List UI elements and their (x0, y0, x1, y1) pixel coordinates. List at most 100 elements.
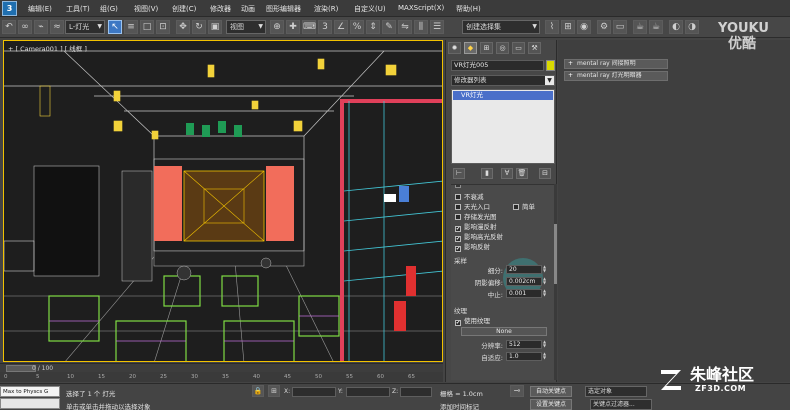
command-panel-scrollbar[interactable] (554, 184, 557, 380)
rollout-mental-ray-shader[interactable]: + mental ray 灯光明暗器 (564, 71, 668, 81)
configure-modifier-sets-icon[interactable]: ⊟ (539, 168, 551, 179)
menu-create[interactable]: 创建(C) (172, 4, 196, 14)
adaptive-spinner-icon[interactable]: ▲ ▼ (543, 352, 549, 361)
checkbox-icon[interactable] (513, 204, 519, 210)
checkbox-store-irradiance[interactable]: 存储发光图 (455, 211, 497, 221)
select-scale-icon[interactable]: ▣ (208, 20, 222, 34)
layer-manager-icon[interactable]: ☰ (430, 20, 444, 34)
menu-group[interactable]: 组(G) (100, 4, 118, 14)
menu-help[interactable]: 帮助(H) (456, 4, 481, 14)
menu-animation[interactable]: 动画 (241, 4, 255, 14)
subdivs-spinner-icon[interactable]: ▲ ▼ (543, 265, 549, 274)
remove-modifier-icon[interactable]: 🗑 (516, 168, 528, 179)
object-name-field[interactable]: VR灯光005 (451, 60, 544, 71)
rollout-mental-ray-indirect[interactable]: + mental ray 间接照明 (564, 59, 668, 69)
maxscript-listener-field[interactable]: Max to Physcs G (0, 386, 60, 397)
select-by-name-icon[interactable]: ≡ (124, 20, 138, 34)
pin-stack-icon[interactable]: ⊢ (453, 168, 465, 179)
render-production-icon[interactable]: ☕ (633, 20, 647, 34)
cutoff-field[interactable]: 0.001 (506, 289, 542, 298)
selection-filter-dropdown[interactable]: L-灯光 ▼ (65, 20, 105, 34)
modifier-stack-item[interactable]: VR灯光 (453, 91, 553, 100)
modifier-stack[interactable]: VR灯光 (451, 89, 555, 164)
utilities-tab-icon[interactable]: ⚒ (528, 42, 541, 54)
undo-icon[interactable]: ↶ (2, 20, 16, 34)
schematic-view-icon[interactable]: ⊞ (561, 20, 575, 34)
checkbox-icon[interactable] (455, 194, 461, 200)
menu-maxscript[interactable]: MAXScript(X) (398, 4, 444, 12)
subdivs-field[interactable]: 20 (506, 265, 542, 274)
checkbox-icon[interactable] (455, 214, 461, 220)
named-selection-set-dropdown[interactable]: 创建选择集 ▼ (462, 20, 540, 34)
checkbox-affect-specular[interactable]: ✔ 影响高光反射 (455, 231, 503, 242)
select-move-icon[interactable]: ✥ (176, 20, 190, 34)
render-activeshade-icon[interactable]: ◑ (685, 20, 699, 34)
resolution-spinner-icon[interactable]: ▲ ▼ (543, 340, 549, 349)
shadow-bias-spinner-icon[interactable]: ▲ ▼ (543, 277, 549, 286)
menu-tools[interactable]: 工具(T) (66, 4, 90, 14)
y-coordinate-field[interactable] (346, 387, 390, 397)
camera-viewport[interactable]: + [ Camera001 ] [ 线框 ] (3, 40, 443, 362)
menu-graph-editors[interactable]: 图形编辑器 (266, 4, 301, 14)
modifier-list-dropdown[interactable]: 修改器列表 ▼ (451, 75, 555, 86)
percent-snap-icon[interactable]: % (350, 20, 364, 34)
time-slider-bar[interactable]: 0 / 100 (0, 363, 443, 372)
object-color-swatch[interactable] (546, 60, 555, 71)
texture-map-button[interactable]: None (461, 327, 547, 336)
checkbox-skylight-portal[interactable]: 天光入口 (455, 201, 490, 211)
create-tab-icon[interactable]: ✹ (448, 42, 461, 54)
add-time-tag[interactable]: 添加时间标记 (440, 401, 479, 410)
unlink-icon[interactable]: ⌁ (34, 20, 48, 34)
manipulate-icon[interactable]: ✚ (286, 20, 300, 34)
absolute-mode-icon[interactable]: ⊞ (268, 385, 280, 397)
render-iterative-icon[interactable]: ☕ (649, 20, 663, 34)
bind-space-warp-icon[interactable]: ≈ (50, 20, 64, 34)
menu-customize[interactable]: 自定义(U) (354, 4, 386, 14)
checkbox-checked-icon[interactable]: ✔ (455, 246, 461, 252)
render-setup-icon[interactable]: ⚙ (597, 20, 611, 34)
select-object-icon[interactable]: ↖ (108, 20, 122, 34)
resolution-field[interactable]: 512 (506, 340, 542, 349)
angle-snap-icon[interactable]: ∠ (334, 20, 348, 34)
key-mode-dropdown[interactable]: 选定对象 (585, 386, 647, 397)
modify-tab-icon[interactable]: ◆ (464, 42, 477, 54)
menu-rendering[interactable]: 渲染(R) (314, 4, 338, 14)
app-logo-icon[interactable]: 3 (2, 1, 17, 16)
checkbox-affect-diffuse[interactable]: ✔ 影响漫反射 (455, 221, 497, 232)
set-key-icon[interactable]: ⊸ (510, 385, 524, 397)
menu-views[interactable]: 视图(V) (134, 4, 158, 14)
checkbox-simple[interactable]: 简单 (513, 201, 535, 211)
checkbox-icon[interactable] (455, 204, 461, 210)
track-bar[interactable]: 0 5 10 15 20 25 30 35 40 45 50 55 60 65 (0, 372, 443, 382)
rect-selection-icon[interactable]: □ (140, 20, 154, 34)
show-end-result-icon[interactable]: ▮ (481, 168, 493, 179)
keyboard-shortcut-icon[interactable]: ⌨ (302, 20, 316, 34)
checkbox-use-texture[interactable]: ✔ 使用纹理 (455, 315, 490, 326)
hierarchy-tab-icon[interactable]: ⊞ (480, 42, 493, 54)
mirror-icon[interactable]: ⇋ (398, 20, 412, 34)
rendered-frame-window-icon[interactable]: ▭ (613, 20, 627, 34)
z-coordinate-field[interactable] (400, 387, 432, 397)
menu-modifiers[interactable]: 修改器 (210, 4, 231, 14)
display-tab-icon[interactable]: ▭ (512, 42, 525, 54)
snap-toggle-icon[interactable]: 3 (318, 20, 332, 34)
motion-tab-icon[interactable]: ◎ (496, 42, 509, 54)
select-rotate-icon[interactable]: ↻ (192, 20, 206, 34)
window-crossing-icon[interactable]: ⊡ (156, 20, 170, 34)
checkbox-affect-reflections[interactable]: ✔ 影响反射 (455, 241, 490, 252)
checkbox-no-decay[interactable]: 不衰减 (455, 191, 484, 201)
checkbox-row[interactable] (455, 185, 464, 190)
edit-named-selection-icon[interactable]: ✎ (382, 20, 396, 34)
spinner-snap-icon[interactable]: ⇕ (366, 20, 380, 34)
maxscript-output-field[interactable] (0, 398, 60, 409)
key-filters-button[interactable]: 关键点过滤器... (590, 399, 652, 410)
align-icon[interactable]: ⫼ (414, 20, 428, 34)
checkbox-checked-icon[interactable]: ✔ (455, 320, 461, 326)
auto-key-button[interactable]: 自动关键点 (530, 386, 572, 397)
cutoff-spinner-icon[interactable]: ▲ ▼ (543, 289, 549, 298)
adaptive-field[interactable]: 1.0 (506, 352, 542, 361)
lock-selection-icon[interactable]: 🔒 (252, 385, 264, 397)
curve-editor-icon[interactable]: ⌇ (545, 20, 559, 34)
viewport-label[interactable]: + [ Camera001 ] [ 线框 ] (8, 43, 87, 53)
set-key-button[interactable]: 设置关键点 (530, 399, 572, 410)
